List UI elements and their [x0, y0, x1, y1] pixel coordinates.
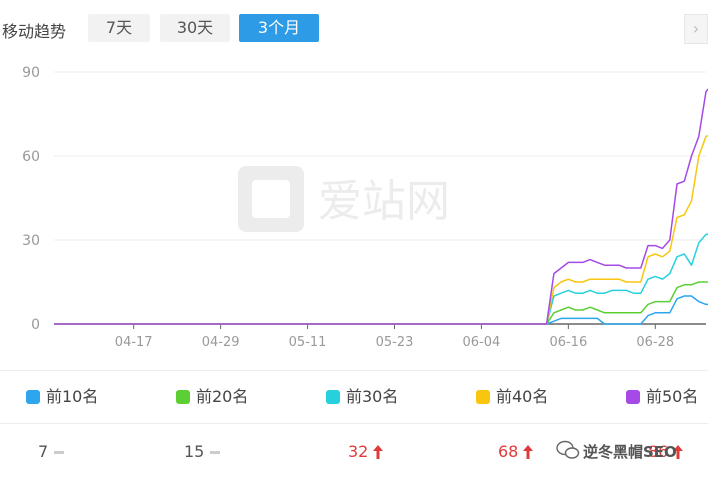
range-30-days-button[interactable]: 30天: [160, 14, 230, 42]
legend-swatch: [626, 390, 640, 404]
value-number: 7: [38, 442, 49, 461]
y-tick-label: 60: [22, 149, 40, 165]
legend-label: 前20名: [196, 387, 249, 406]
value-top30: 32: [348, 442, 384, 462]
flat-trend-icon: [210, 451, 221, 454]
trend-chart: 爱站网 0 30 60 90 04-17 04-29 05-11 05-23 06-04 06-…: [22, 65, 708, 348]
legend-label: 前30名: [346, 387, 399, 406]
series-line-1: [54, 295, 708, 325]
watermark-logo-icon: [238, 166, 304, 232]
y-tick-label: 90: [22, 65, 40, 81]
chevron-right-icon[interactable]: ›: [684, 14, 708, 44]
arrow-up-icon: [373, 445, 384, 459]
legend-item-top50[interactable]: 前50名: [626, 387, 698, 407]
legend-item-top40[interactable]: 前40名: [476, 387, 548, 407]
x-tick-label: 06-16: [549, 335, 587, 348]
value-number: 68: [498, 442, 519, 461]
arrow-up-icon: [523, 445, 534, 459]
x-tick-label: 05-11: [289, 335, 327, 348]
value-top40: 68: [498, 442, 534, 462]
x-tick-label: 06-28: [636, 335, 674, 348]
account-brand: 逆冬黑帽SEO: [583, 443, 677, 461]
x-tick-label: 04-29: [202, 335, 240, 348]
section-title: 移动趋势: [2, 22, 67, 41]
legend-item-top10[interactable]: 前10名: [26, 387, 98, 407]
value-number: 32: [348, 442, 369, 461]
x-tick-label: 05-23: [376, 335, 414, 348]
x-tick-label: 06-04: [463, 335, 501, 348]
series-line-2: [54, 281, 708, 325]
x-tick-label: 04-17: [115, 335, 153, 348]
legend-swatch: [26, 390, 40, 404]
legend-label: 前50名: [646, 387, 699, 406]
value-top10: 7: [38, 442, 65, 462]
chart-legend: 前10名 前20名 前30名 前40名 前50名: [0, 370, 708, 424]
trend-header: 移动趋势 7天 30天 3个月 ›: [0, 0, 708, 60]
x-axis-ticks: 04-17 04-29 05-11 05-23 06-04 06-16 06-28: [115, 324, 674, 348]
flat-trend-icon: [54, 451, 65, 454]
range-7-days-button[interactable]: 7天: [88, 14, 150, 42]
legend-swatch: [176, 390, 190, 404]
value-number: 15: [184, 442, 205, 461]
y-tick-label: 0: [31, 317, 40, 333]
wechat-icon: [556, 440, 580, 459]
series-line-4: [54, 134, 708, 325]
watermark-text: 爱站网: [318, 176, 450, 227]
legend-label: 前10名: [46, 387, 99, 406]
y-axis-ticks: 0 30 60 90: [22, 65, 40, 333]
legend-swatch: [476, 390, 490, 404]
y-tick-label: 30: [22, 233, 40, 249]
legend-item-top20[interactable]: 前20名: [176, 387, 248, 407]
value-top20: 15: [184, 442, 221, 462]
legend-label: 前40名: [496, 387, 549, 406]
legend-item-top30[interactable]: 前30名: [326, 387, 398, 407]
watermark: 爱站网: [238, 166, 450, 232]
legend-swatch: [326, 390, 340, 404]
range-3-months-button[interactable]: 3个月: [239, 14, 319, 42]
